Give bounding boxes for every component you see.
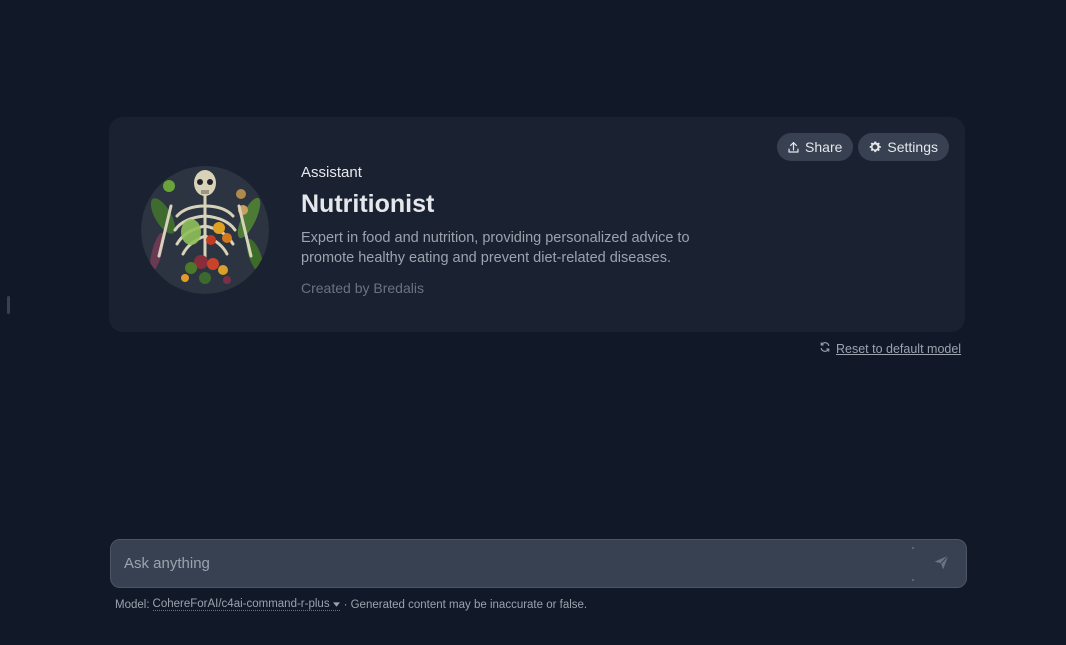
assistant-description: Expert in food and nutrition, providing … [301,230,690,266]
settings-label: Settings [887,139,938,155]
sidebar-toggle-handle[interactable] [7,296,10,314]
reset-default-model-link[interactable]: Reset to default model [819,341,961,356]
assistant-avatar [141,166,269,294]
model-name: CohereForAI/c4ai-command-r-plus [152,598,330,610]
assistant-card: Assistant Nutritionist Expert in food an… [109,117,965,332]
settings-button[interactable]: Settings [858,133,949,161]
chat-input-container [110,539,967,588]
chat-input[interactable] [124,540,904,587]
assistant-actions: Share Settings [777,133,949,161]
assistant-label: Assistant [301,164,362,181]
caret-down-icon [332,598,340,610]
disclaimer: · Generated content may be inaccurate or… [343,598,588,611]
assistant-name: Nutritionist [301,190,435,218]
refresh-icon [819,341,831,356]
send-icon[interactable] [933,554,950,576]
model-selector[interactable]: CohereForAI/c4ai-command-r-plus [152,598,340,611]
created-by: Created by Bredalis [301,280,701,296]
created-by-prefix: Created by [301,280,370,296]
share-button[interactable]: Share [777,133,854,161]
reset-label: Reset to default model [836,341,962,356]
creator-name[interactable]: Bredalis [373,280,424,296]
gear-icon [868,140,882,154]
model-prefix: Model: [115,598,150,611]
footer: Model: CohereForAI/c4ai-command-r-plus ·… [115,598,587,611]
share-label: Share [805,139,843,155]
resize-indicator [912,547,914,581]
upload-icon [787,141,800,154]
